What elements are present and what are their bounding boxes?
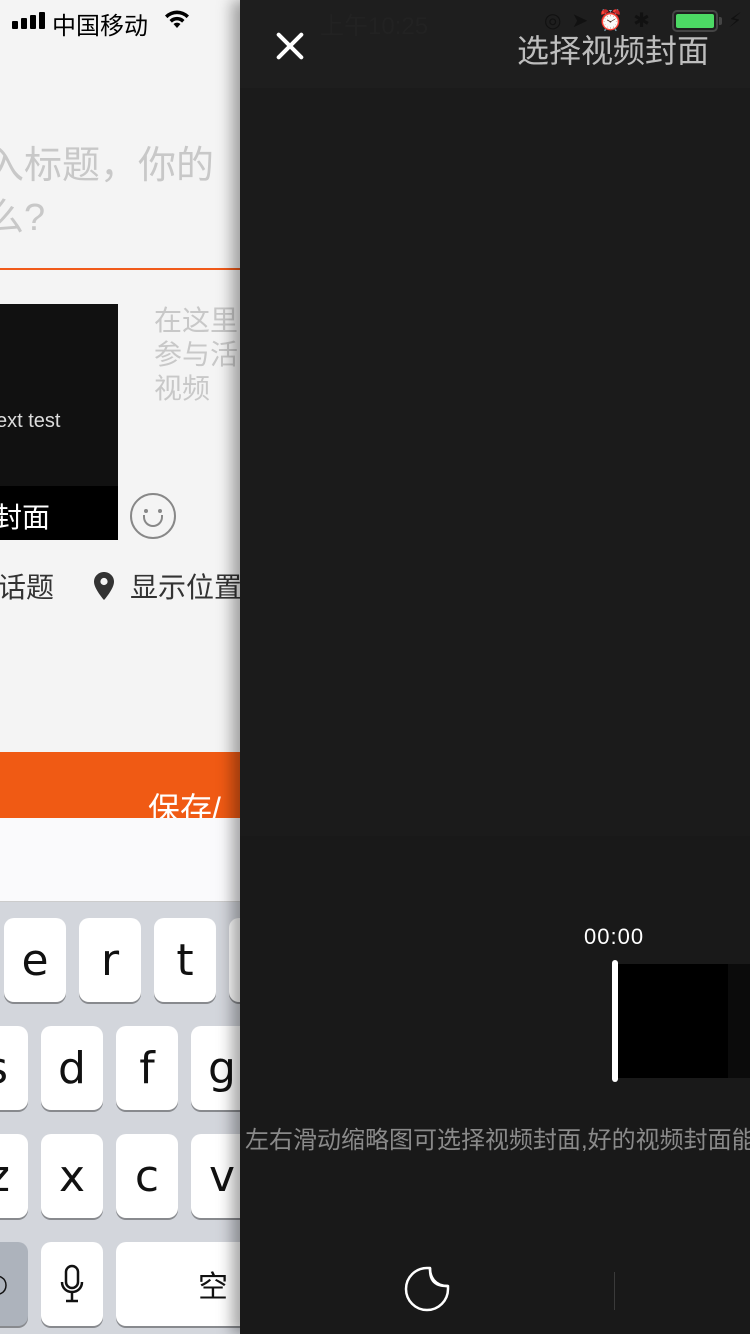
location-pin-icon — [94, 572, 114, 600]
orientation-lock-icon: ◎ — [544, 10, 562, 32]
frame-cursor[interactable] — [612, 960, 618, 1082]
key-e[interactable]: e — [4, 918, 66, 1002]
smiley-icon[interactable] — [130, 493, 176, 539]
location-label: 显示位置 — [130, 572, 243, 603]
microphone-glyph — [60, 1264, 84, 1303]
topic-button[interactable]: 话题 — [0, 566, 54, 606]
key-d[interactable]: d — [41, 1026, 103, 1110]
cover-selector-panel: 选择视频封面 00:00 左右滑动缩略图可选择视频封面,好的视频封面能 — [240, 0, 750, 1334]
thumbnail-text: ext test — [0, 410, 61, 432]
battery-tip — [719, 17, 722, 25]
status-time: 上午10:25 — [320, 13, 429, 40]
key-c[interactable]: c — [116, 1134, 178, 1218]
key-r[interactable]: r — [79, 918, 141, 1002]
alarm-icon: ⏰ — [598, 10, 624, 32]
keyboard: e r t s d f g z x c v ○ 空 — [0, 902, 296, 1334]
title-underline — [0, 268, 260, 270]
title-input[interactable]: 入标题，你的 么? — [0, 140, 266, 244]
key-z[interactable]: z — [0, 1134, 28, 1218]
sticker-icon[interactable] — [404, 1266, 450, 1312]
key-s[interactable]: s — [0, 1026, 28, 1110]
keyboard-suggestion-bar — [0, 818, 260, 902]
description-line: 参与活 — [154, 339, 239, 370]
carrier-name: 中国移动 — [52, 13, 148, 40]
smiley-eye — [144, 509, 148, 513]
status-icons: ◎ ➤ ⏰ ✱ — [544, 8, 650, 33]
description-line: 视频 — [154, 373, 211, 404]
battery-icon — [672, 10, 718, 32]
wifi-icon — [165, 10, 189, 28]
key-x[interactable]: x — [41, 1134, 103, 1218]
frame-timestamp: 00:00 — [584, 924, 645, 949]
description-line: 在这里 — [154, 305, 239, 336]
smiley-eye — [158, 509, 162, 513]
bluetooth-icon: ✱ — [633, 10, 650, 32]
key-t[interactable]: t — [154, 918, 216, 1002]
charging-icon: ⚡ — [728, 10, 743, 32]
microphone-icon[interactable] — [41, 1242, 103, 1326]
bottom-divider — [614, 1272, 615, 1310]
status-bar: 中国移动 上午10:25 ◎ ➤ ⏰ ✱ ⚡ — [0, 0, 750, 40]
cover-hint-text: 左右滑动缩略图可选择视频封面,好的视频封面能 — [245, 1127, 750, 1154]
thumbnail-strip-next[interactable] — [728, 964, 750, 1078]
battery-level — [676, 14, 714, 28]
smiley-mouth — [143, 515, 163, 527]
key-f[interactable]: f — [116, 1026, 178, 1110]
location-button[interactable]: 显示位置 — [94, 566, 242, 606]
video-preview — [240, 88, 750, 836]
thumbnail-cover-label[interactable]: 封面 — [0, 496, 50, 536]
description-input[interactable]: 在这里 参与活 视频 — [154, 304, 244, 406]
location-arrow-icon: ➤ — [571, 10, 589, 32]
signal-icon — [12, 12, 45, 29]
globe-icon[interactable]: ○ — [0, 1242, 28, 1326]
